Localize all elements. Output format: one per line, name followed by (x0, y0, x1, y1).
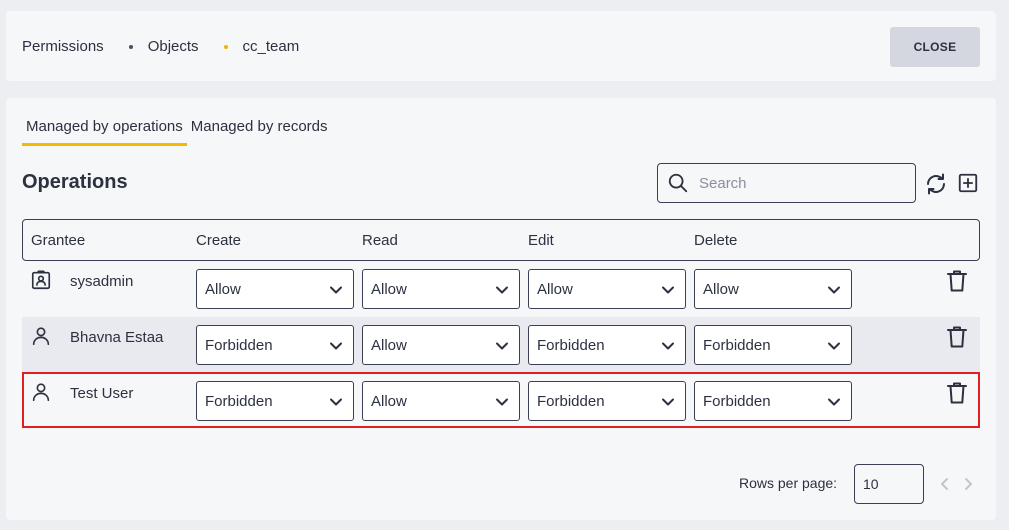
breadcrumb-separator (128, 44, 133, 49)
read-permission-select[interactable]: Allow (362, 325, 520, 365)
select-value: Allow (371, 393, 407, 410)
close-button[interactable]: CLOSE (890, 27, 980, 67)
chevron-down-icon (330, 286, 342, 294)
add-button[interactable] (957, 172, 979, 194)
select-value: Forbidden (703, 393, 771, 410)
refresh-button[interactable] (924, 172, 948, 196)
table-header: Grantee Create Read Edit Delete (22, 219, 980, 261)
trash-icon[interactable] (946, 381, 968, 405)
select-value: Forbidden (703, 337, 771, 354)
select-value: Allow (371, 281, 407, 298)
tab-bar: Managed by operations Managed by records (22, 118, 332, 146)
breadcrumb-objects[interactable]: Objects (148, 38, 199, 55)
grantee-name: Bhavna Estaa (70, 329, 164, 346)
edit-permission-select[interactable]: Forbidden (528, 381, 686, 421)
header-card: Permissions Objects cc_team CLOSE (6, 11, 996, 81)
search-icon (668, 173, 688, 193)
grantee-name: sysadmin (70, 273, 134, 290)
delete-permission-select[interactable]: Forbidden (694, 325, 852, 365)
delete-permission-select[interactable]: Allow (694, 269, 852, 309)
search-box (657, 163, 916, 203)
rows-per-page-label: Rows per page: (739, 475, 838, 491)
grantee-name: Test User (70, 385, 134, 402)
tab-managed-by-operations[interactable]: Managed by operations (22, 118, 187, 146)
create-permission-select[interactable]: Forbidden (196, 381, 354, 421)
breadcrumb-separator-current (223, 44, 228, 49)
column-delete: Delete (694, 232, 738, 249)
main-card: Managed by operations Managed by records… (6, 98, 996, 520)
read-permission-select[interactable]: Allow (362, 269, 520, 309)
chevron-down-icon (330, 342, 342, 350)
chevron-down-icon (662, 342, 674, 350)
chevron-down-icon (662, 398, 674, 406)
edit-permission-select[interactable]: Allow (528, 269, 686, 309)
delete-permission-select[interactable]: Forbidden (694, 381, 852, 421)
chevron-left-icon[interactable] (939, 477, 951, 491)
chevron-down-icon (828, 286, 840, 294)
select-value: Forbidden (205, 393, 273, 410)
rows-per-page-select[interactable]: 10 (854, 464, 924, 504)
tab-managed-by-records[interactable]: Managed by records (187, 118, 332, 146)
chevron-down-icon (828, 398, 840, 406)
select-value: Forbidden (205, 337, 273, 354)
chevron-down-icon (828, 342, 840, 350)
breadcrumb-current: cc_team (242, 38, 300, 55)
select-value: Allow (537, 281, 573, 298)
chevron-down-icon (662, 286, 674, 294)
trash-icon[interactable] (946, 269, 968, 293)
table-row: sysadmin Allow Allow Allow Allow (22, 261, 980, 317)
table-row: Bhavna Estaa Forbidden Allow Forbidden F… (22, 317, 980, 373)
edit-permission-select[interactable]: Forbidden (528, 325, 686, 365)
chevron-right-icon[interactable] (962, 477, 974, 491)
admin-badge-icon (31, 270, 51, 290)
add-square-icon (958, 173, 978, 193)
chevron-down-icon (496, 398, 508, 406)
create-permission-select[interactable]: Allow (196, 269, 354, 309)
select-value: Allow (205, 281, 241, 298)
user-icon (32, 327, 50, 346)
section-title: Operations (22, 171, 128, 193)
read-permission-select[interactable]: Allow (362, 381, 520, 421)
chevron-down-icon (496, 286, 508, 294)
select-value: Forbidden (537, 393, 605, 410)
column-create: Create (196, 232, 242, 249)
chevron-down-icon (496, 342, 508, 350)
user-icon (32, 383, 50, 402)
column-grantee: Grantee (31, 232, 86, 249)
chevron-down-icon (330, 398, 342, 406)
column-edit: Edit (528, 232, 554, 249)
trash-icon[interactable] (946, 325, 968, 349)
search-input[interactable] (699, 174, 899, 192)
breadcrumb: Permissions Objects cc_team (22, 38, 299, 55)
create-permission-select[interactable]: Forbidden (196, 325, 354, 365)
select-value: Allow (703, 281, 739, 298)
select-value: Allow (371, 337, 407, 354)
select-value: Forbidden (537, 337, 605, 354)
table-row-selected[interactable]: Test User Forbidden Allow Forbidden Forb… (22, 372, 980, 428)
refresh-icon (927, 173, 945, 195)
column-read: Read (362, 232, 398, 249)
breadcrumb-permissions[interactable]: Permissions (22, 38, 104, 55)
